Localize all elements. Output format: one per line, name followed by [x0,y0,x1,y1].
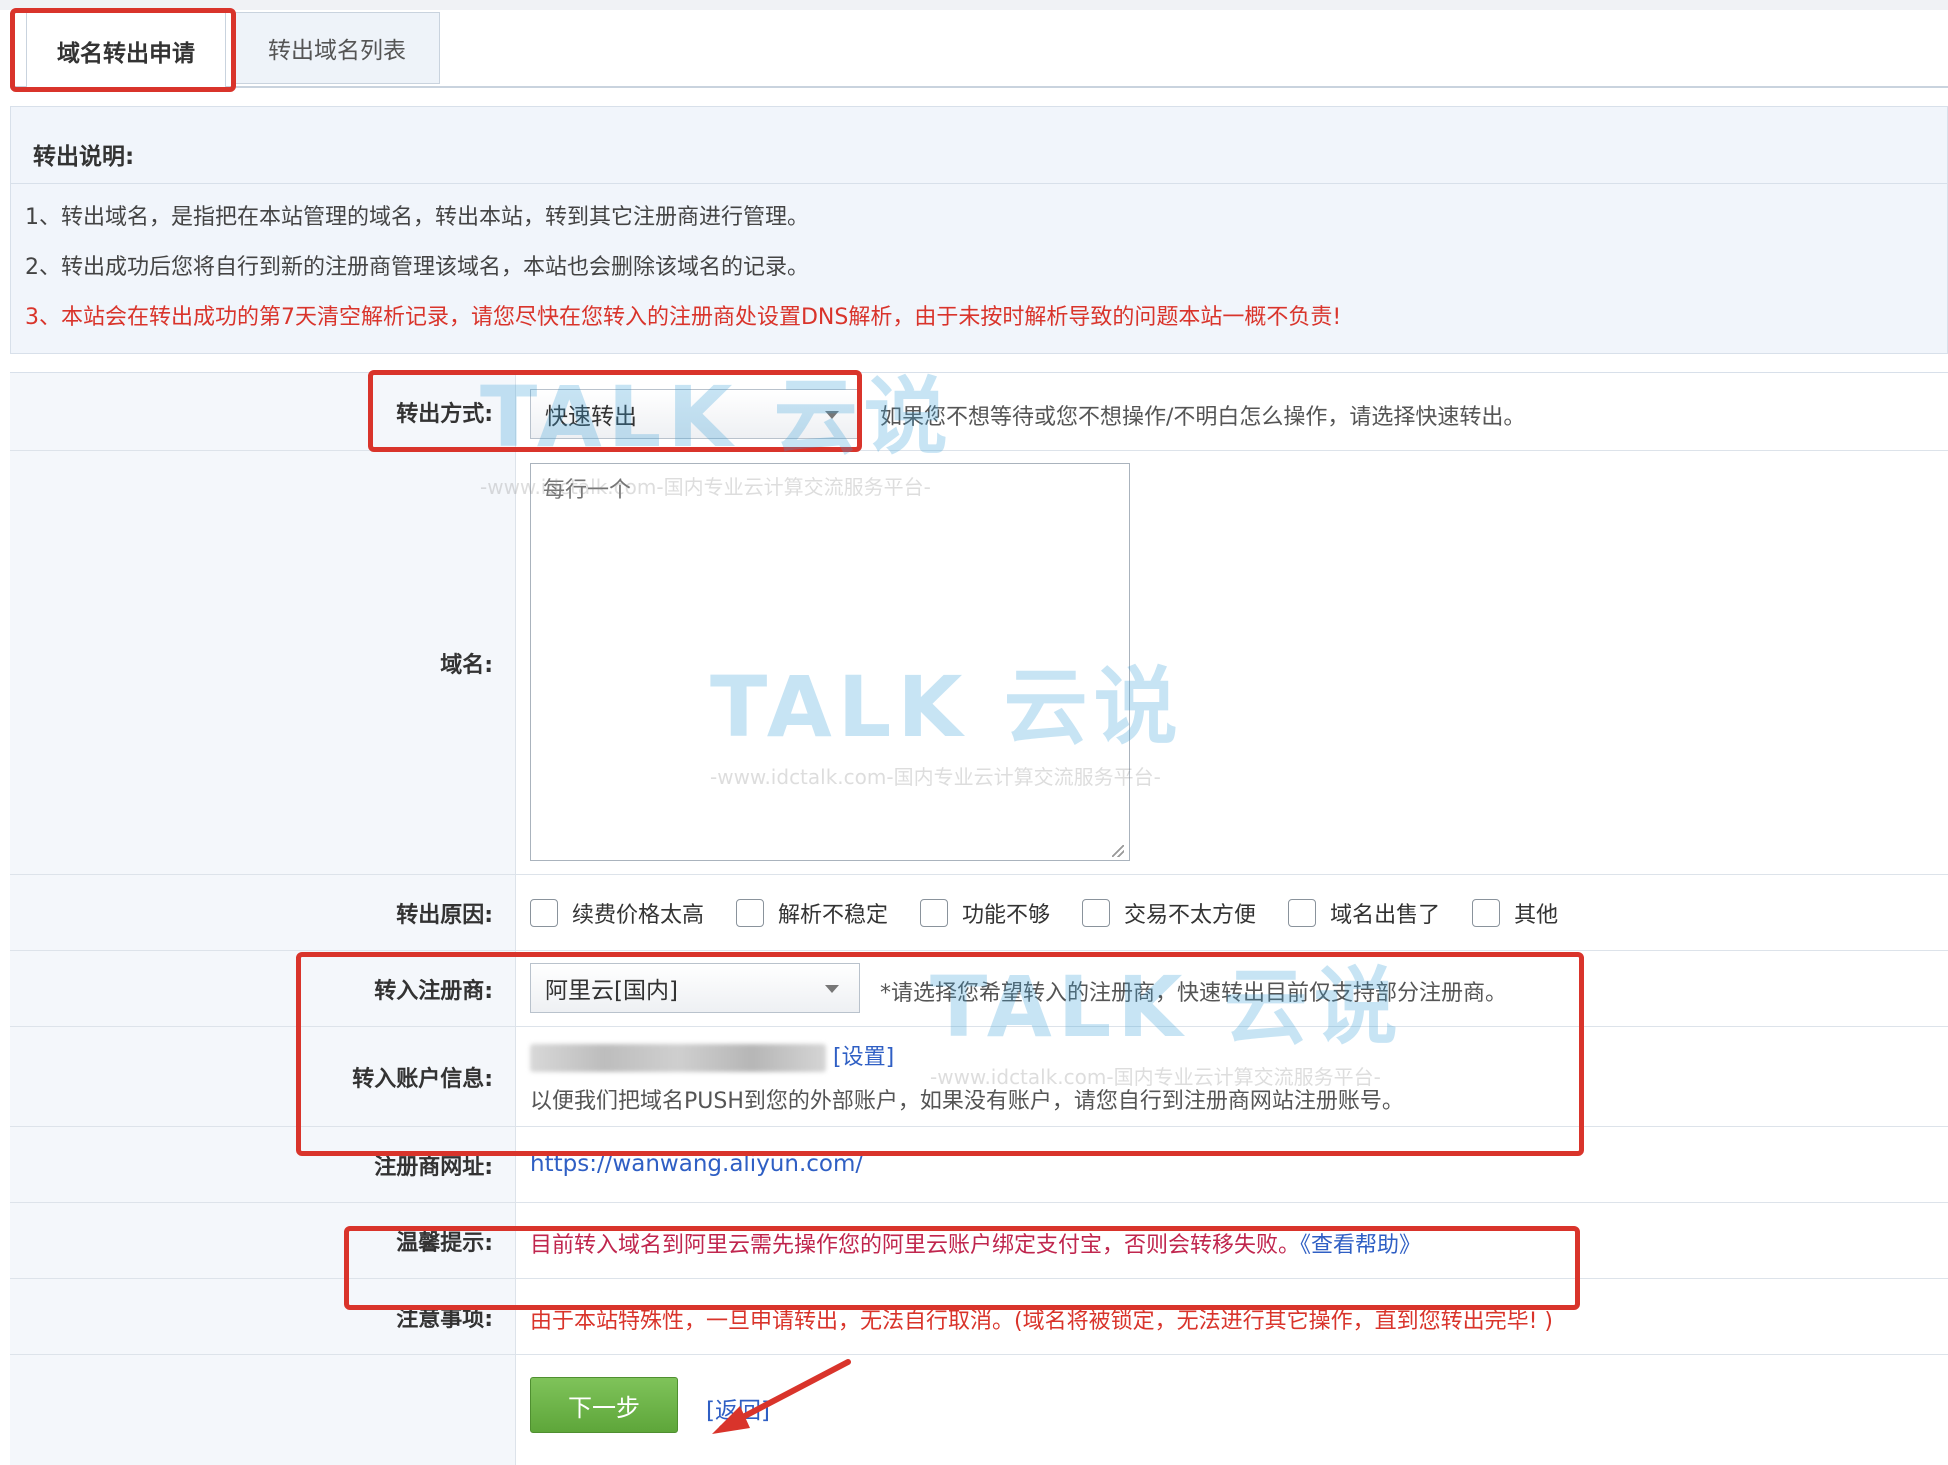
url-label: 注册商网址: [10,1127,516,1202]
checkbox[interactable] [1082,898,1111,927]
next-button[interactable]: 下一步 [530,1377,678,1433]
reason-label: 转出原因: [10,875,516,950]
method-label: 转出方式: [10,373,516,450]
divider [11,183,1947,184]
row-url: 注册商网址: https://wanwang.aliyun.com/ [10,1127,1948,1203]
account-value: [设置] [530,1039,894,1072]
reason-option[interactable]: 域名出售了 [1288,897,1440,929]
checkbox[interactable] [736,898,765,927]
transfer-form: 转出方式: 快速转出 如果您不想等待或您不想操作/不明白怎么操作，请选择快速转出… [10,372,1948,1465]
annotation-arrow-icon [712,1359,851,1434]
account-label: 转入账户信息: [10,1027,516,1126]
tab-transfer-apply[interactable]: 域名转出申请 [26,12,226,88]
help-link[interactable]: 《查看帮助》 [1300,1233,1421,1258]
account-set-link[interactable]: [设置] [833,1045,894,1070]
tip-text-wrap: 目前转入域名到阿里云需先操作您的阿里云账户绑定支付宝，否则会转移失败。《查看帮助… [530,1227,1421,1259]
transfer-notice: 转出说明: 1、转出域名，是指把在本站管理的域名，转出本站，转到其它注册商进行管… [10,106,1948,354]
tip-label: 温馨提示: [10,1203,516,1278]
checkbox[interactable] [920,898,949,927]
checkbox[interactable] [530,898,558,927]
chevron-down-icon [825,985,839,993]
row-account: 转入账户信息: [设置] 以便我们把域名PUSH到您的外部账户，如果没有账户，请… [10,1027,1948,1127]
reason-option-label: 解析不稳定 [778,902,889,928]
reason-option[interactable]: 功能不够 [920,897,1050,929]
row-actions: 下一步 [返回] [10,1355,1948,1465]
account-hint: 以便我们把域名PUSH到您的外部账户，如果没有账户，请您自行到注册商网站注册账号… [530,1089,1404,1114]
reason-option-label: 续费价格太高 [572,902,705,928]
checkbox[interactable] [1288,898,1317,927]
redacted-account [530,1044,826,1072]
domain-textarea[interactable] [530,463,1130,861]
tip-text: 目前转入域名到阿里云需先操作您的阿里云账户绑定支付宝，否则会转移失败。 [530,1233,1301,1258]
row-domain: 域名: [10,451,1948,875]
tab-bar: 域名转出申请 转出域名列表 [10,10,1948,88]
reason-options: 续费价格太高 解析不稳定 功能不够 交易不太方便 域名出售了 其他 [530,875,1590,950]
registrar-url-link[interactable]: https://wanwang.aliyun.com/ [530,1151,863,1177]
notice-title: 转出说明: [33,144,135,170]
notice-line-3-warning: 3、本站会在转出成功的第7天清空解析记录，请您尽快在您转入的注册商处设置DNS解… [25,305,1342,330]
caution-label: 注意事项: [10,1279,516,1354]
registrar-select[interactable]: 阿里云[国内] [530,963,860,1013]
row-method: 转出方式: 快速转出 如果您不想等待或您不想操作/不明白怎么操作，请选择快速转出… [10,373,1948,451]
reason-option[interactable]: 其他 [1472,897,1558,929]
checkbox[interactable] [1472,898,1501,927]
chevron-down-icon [825,411,839,419]
top-bar [0,0,1948,10]
domain-label: 域名: [10,451,516,874]
row-registrar: 转入注册商: 阿里云[国内] *请选择您希望转入的注册商，快速转出目前仅支持部分… [10,951,1948,1027]
notice-line-1: 1、转出域名，是指把在本站管理的域名，转出本站，转到其它注册商进行管理。 [25,205,809,230]
method-select[interactable]: 快速转出 [530,389,860,439]
row-tip: 温馨提示: 目前转入域名到阿里云需先操作您的阿里云账户绑定支付宝，否则会转移失败… [10,1203,1948,1279]
registrar-value: 阿里云[国内] [545,978,678,1004]
row-caution: 注意事项: 由于本站特殊性，一旦申请转出，无法自行取消。(域名将被锁定，无法进行… [10,1279,1948,1355]
reason-option[interactable]: 解析不稳定 [736,897,888,929]
actions-label-cell [10,1355,516,1465]
method-hint: 如果您不想等待或您不想操作/不明白怎么操作，请选择快速转出。 [880,405,1526,430]
reason-option-label: 功能不够 [962,902,1051,928]
registrar-hint: *请选择您希望转入的注册商，快速转出目前仅支持部分注册商。 [880,981,1508,1006]
resize-handle-icon[interactable] [1112,845,1124,857]
method-value: 快速转出 [545,404,637,430]
caution-text: 由于本站特殊性，一旦申请转出，无法自行取消。(域名将被锁定，无法进行其它操作，直… [530,1309,1553,1334]
reason-option-label: 交易不太方便 [1124,902,1257,928]
reason-option-label: 其他 [1514,902,1559,928]
reason-option-label: 域名出售了 [1330,902,1441,928]
row-reason: 转出原因: 续费价格太高 解析不稳定 功能不够 交易不太方便 域名出售了 其他 [10,875,1948,951]
registrar-label: 转入注册商: [10,951,516,1026]
notice-line-2: 2、转出成功后您将自行到新的注册商管理该域名，本站也会删除该域名的记录。 [25,255,809,280]
tab-transfer-list[interactable]: 转出域名列表 [234,12,440,84]
reason-option[interactable]: 交易不太方便 [1082,897,1256,929]
reason-option[interactable]: 续费价格太高 [530,897,704,929]
